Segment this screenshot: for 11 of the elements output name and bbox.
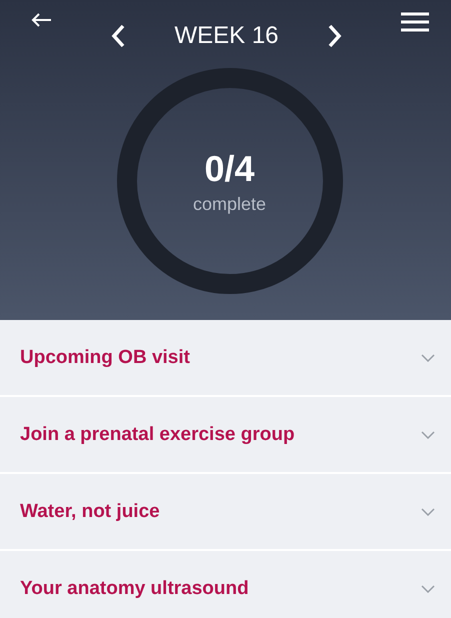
week-title: WEEK 16 (174, 22, 279, 50)
progress-label: complete (192, 194, 266, 214)
task-label: Water, not juice (20, 500, 160, 522)
previous-week-icon[interactable] (110, 23, 126, 49)
menu-icon[interactable] (400, 12, 429, 32)
task-label: Join a prenatal exercise group (20, 424, 295, 446)
task-label: Upcoming OB visit (20, 346, 190, 368)
progress-count: 0/4 (204, 148, 255, 190)
next-week-icon[interactable] (326, 23, 343, 49)
task-label: Your anatomy ultrasound (20, 578, 249, 600)
back-arrow-icon[interactable] (30, 12, 52, 28)
